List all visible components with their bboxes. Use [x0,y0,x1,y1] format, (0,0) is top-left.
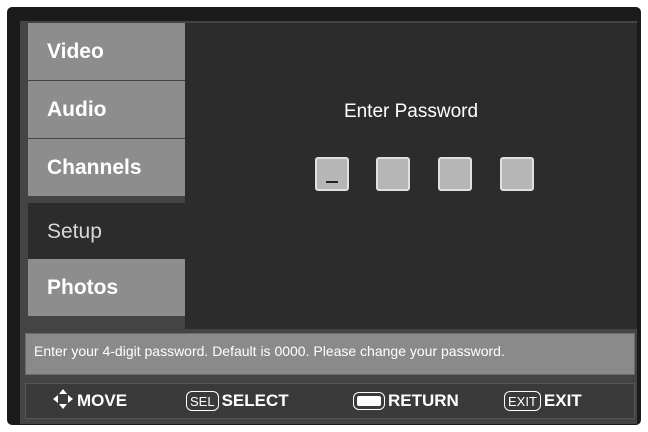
exit-key-icon: EXIT [504,391,541,411]
password-digit-2[interactable] [376,157,410,191]
nav-select: SEL SELECT [186,384,289,418]
nav-return: RETURN [353,384,459,418]
password-title: Enter Password [343,101,479,122]
hint-bar: Enter your 4-digit password. Default is … [25,333,635,375]
nav-return-label: RETURN [388,391,459,410]
password-digit-3[interactable] [438,157,472,191]
input-cursor [326,181,338,183]
sidebar-item-label: Channels [47,155,142,179]
nav-move: MOVE [52,384,127,418]
sidebar-item-label: Audio [47,97,107,121]
sidebar-item-audio[interactable]: Audio [28,81,185,138]
sidebar-item-channels[interactable]: Channels [28,139,185,196]
sidebar-item-label: Video [47,39,104,63]
sidebar-item-label: Setup [47,219,102,243]
nav-exit-label: EXIT [543,391,582,410]
sel-key-icon: SEL [186,391,219,411]
hint-text: Enter your 4-digit password. Default is … [34,343,505,359]
nav-move-label: MOVE [77,391,128,410]
sidebar-item-label: Photos [47,275,119,299]
sidebar: Video Audio Channels Setup Photos [28,23,185,329]
navigation-bar: MOVE SEL SELECT RETURN EXIT EXIT [25,383,635,419]
sidebar-item-setup[interactable]: Setup [28,203,185,260]
sidebar-item-photos[interactable]: Photos [28,259,185,316]
password-digit-1[interactable] [315,157,349,191]
password-panel: Enter Password [185,23,637,329]
nav-exit: EXIT EXIT [504,384,582,418]
four-way-arrow-icon [52,388,74,415]
return-key-icon [353,392,385,410]
nav-select-label: SELECT [221,391,289,410]
sidebar-item-video[interactable]: Video [28,23,185,80]
password-digit-4[interactable] [500,157,534,191]
